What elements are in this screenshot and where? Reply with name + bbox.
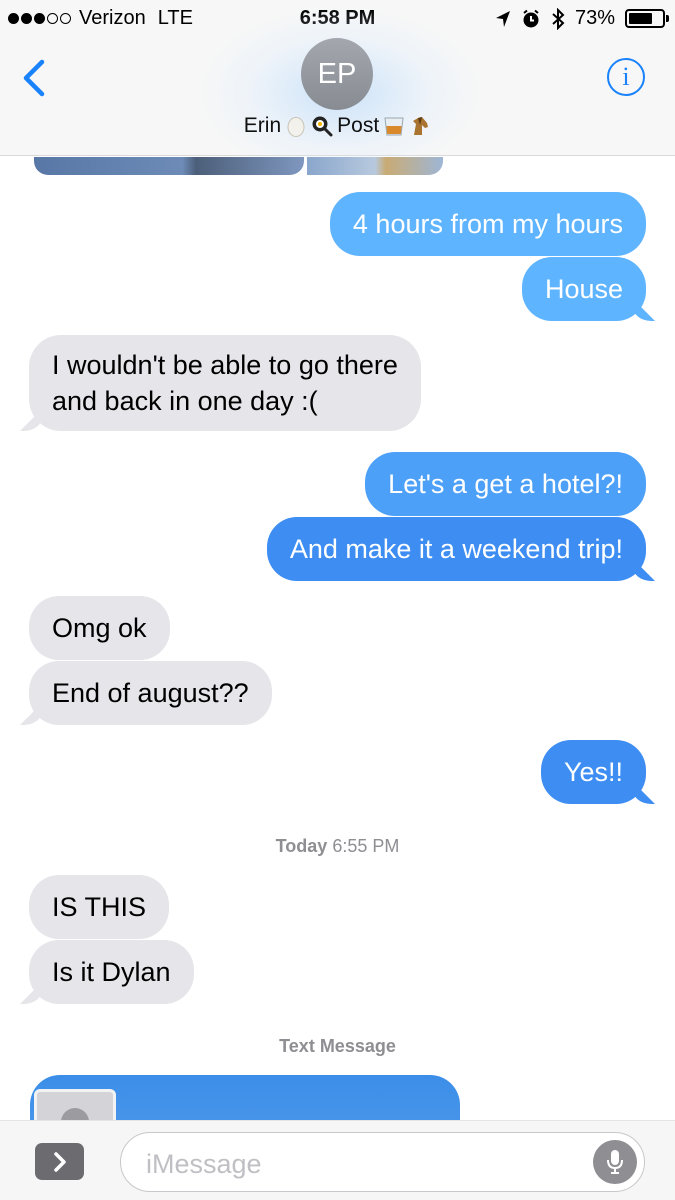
message-text: Let's a get a hotel?!	[388, 469, 623, 499]
message-text: Omg ok	[52, 613, 147, 643]
contact-first-name: Erin	[243, 114, 282, 137]
thread-timestamp: Today 6:55 PM	[0, 836, 675, 857]
imessage-input[interactable]: iMessage	[120, 1132, 645, 1192]
alarm-icon	[523, 9, 539, 27]
received-message-bubble[interactable]: I wouldn't be able to go there and back …	[29, 335, 421, 431]
whiskey-glass-emoji-icon	[384, 117, 404, 136]
timestamp-day: Today	[275, 836, 328, 856]
battery-percent: 73%	[574, 7, 615, 29]
message-text-line: I wouldn't be able to go there	[52, 350, 398, 380]
sent-message-bubble[interactable]: 4 hours from my hours	[329, 192, 646, 256]
message-text-line: and back in one day :(	[52, 386, 318, 416]
apps-button[interactable]	[35, 1143, 84, 1180]
egg-emoji-icon	[287, 117, 305, 137]
message-text: And make it a weekend trip!	[289, 534, 623, 564]
microphone-icon	[607, 1150, 623, 1174]
message-text: IS THIS	[52, 892, 147, 922]
microphone-button[interactable]	[593, 1140, 637, 1184]
contact-name[interactable]: Erin Post	[0, 114, 675, 138]
status-right: 73%	[495, 7, 669, 30]
info-icon: i	[622, 62, 630, 91]
photo-thumbnail[interactable]	[34, 157, 304, 175]
horse-emoji-icon	[413, 117, 429, 135]
message-text: End of august??	[52, 678, 249, 708]
info-button[interactable]: i	[607, 58, 645, 96]
battery-icon	[625, 9, 669, 28]
photo-attachment[interactable]	[34, 157, 444, 175]
frying-pan-emoji-icon	[312, 116, 333, 137]
message-text: 4 hours from my hours	[352, 209, 623, 239]
message-text: House	[544, 274, 623, 304]
received-message-bubble[interactable]: Omg ok	[29, 596, 170, 660]
timestamp-time: 6:55 PM	[332, 836, 400, 856]
message-text: Is it Dylan	[52, 957, 171, 987]
contact-card-thumbnail[interactable]	[34, 1089, 116, 1120]
chevron-left-icon	[23, 59, 45, 97]
sent-message-bubble[interactable]: Yes!!	[540, 740, 646, 804]
received-message-bubble[interactable]: End of august??	[29, 661, 272, 725]
location-arrow-icon	[495, 10, 510, 27]
sent-message-bubble[interactable]: And make it a weekend trip!	[266, 517, 646, 581]
sent-message-bubble[interactable]: Let's a get a hotel?!	[365, 452, 646, 516]
sent-message-bubble[interactable]: House	[521, 257, 646, 321]
bluetooth-icon	[552, 7, 565, 30]
service-label: Text Message	[279, 1036, 396, 1056]
message-text: Yes!!	[563, 757, 623, 787]
message-thread[interactable]: 4 hours from my hours House I wouldn't b…	[0, 157, 675, 1120]
battery-fill	[629, 13, 653, 24]
photo-thumbnail[interactable]	[307, 157, 443, 175]
avatar[interactable]: EP	[301, 38, 373, 110]
received-message-bubble[interactable]: Is it Dylan	[29, 940, 194, 1004]
compose-bar: iMessage	[0, 1120, 675, 1200]
sent-message-bubble[interactable]	[30, 1075, 460, 1120]
contact-last-name: Post	[337, 114, 380, 137]
input-placeholder: iMessage	[146, 1149, 262, 1179]
conversation-header: EP Erin Post i	[0, 8, 675, 178]
received-message-bubble[interactable]: IS THIS	[29, 875, 170, 939]
chevron-right-icon	[53, 1151, 66, 1172]
back-button[interactable]	[18, 56, 52, 100]
